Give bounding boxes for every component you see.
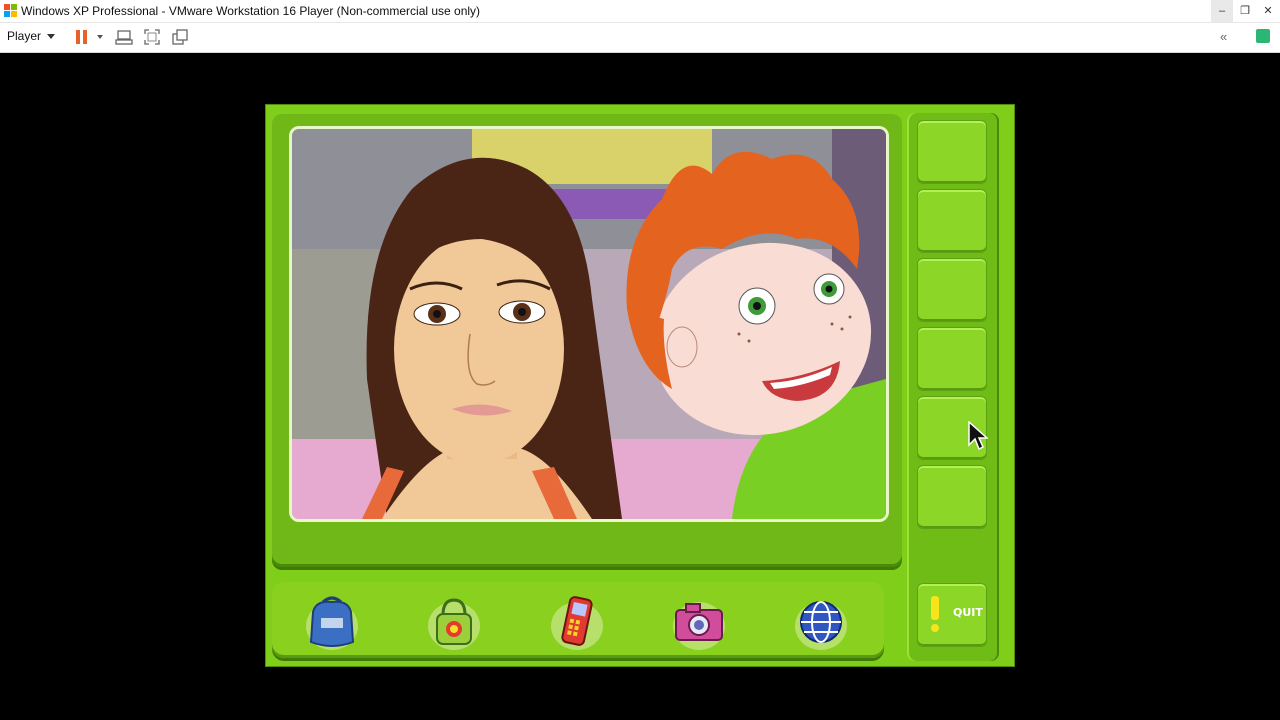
inventory-slot[interactable] — [917, 327, 987, 391]
video-monitor — [272, 114, 902, 567]
chevron-down-icon — [47, 34, 56, 40]
camera-icon[interactable] — [668, 590, 730, 652]
send-ctrl-alt-del-icon[interactable] — [115, 28, 133, 46]
globe-icon[interactable] — [790, 590, 852, 652]
character-illustration — [292, 129, 886, 519]
minimize-button[interactable]: – — [1211, 0, 1233, 22]
game-window: QUIT — [265, 104, 1015, 667]
message-log-icon[interactable] — [1256, 29, 1270, 43]
backpack-icon[interactable] — [301, 590, 363, 652]
cell-phone-icon[interactable] — [546, 590, 608, 652]
pause-icon[interactable] — [73, 28, 91, 46]
locket-icon[interactable] — [423, 590, 485, 652]
collapse-toolbar-icon[interactable]: « — [1220, 29, 1227, 44]
mouse-cursor-icon — [968, 421, 988, 451]
close-button[interactable]: ✕ — [1257, 0, 1279, 22]
restore-button[interactable]: ❐ — [1234, 0, 1256, 22]
window-title: Windows XP Professional - VMware Worksta… — [21, 4, 481, 18]
inventory-slot[interactable] — [917, 189, 987, 253]
quit-button[interactable]: QUIT — [917, 583, 987, 647]
unity-mode-icon[interactable] — [171, 28, 189, 46]
player-toolbar: Player « — [0, 23, 1280, 53]
vmware-app-icon — [4, 4, 17, 17]
exclamation-icon — [931, 596, 939, 620]
fullscreen-icon[interactable] — [143, 28, 161, 46]
inventory-slot[interactable] — [917, 258, 987, 322]
quit-label: QUIT — [953, 606, 983, 619]
tool-bar — [272, 582, 884, 658]
character-scene[interactable] — [289, 126, 889, 522]
inventory-slot[interactable] — [917, 120, 987, 184]
inventory-slot[interactable] — [917, 465, 987, 529]
window-title-bar[interactable]: Windows XP Professional - VMware Worksta… — [0, 0, 1280, 23]
player-menu[interactable]: Player — [7, 29, 56, 43]
player-menu-label: Player — [7, 29, 42, 43]
inventory-sidebar: QUIT — [907, 113, 999, 661]
pause-menu-chevron-icon[interactable] — [97, 35, 103, 39]
exclamation-dot-icon — [931, 624, 939, 632]
